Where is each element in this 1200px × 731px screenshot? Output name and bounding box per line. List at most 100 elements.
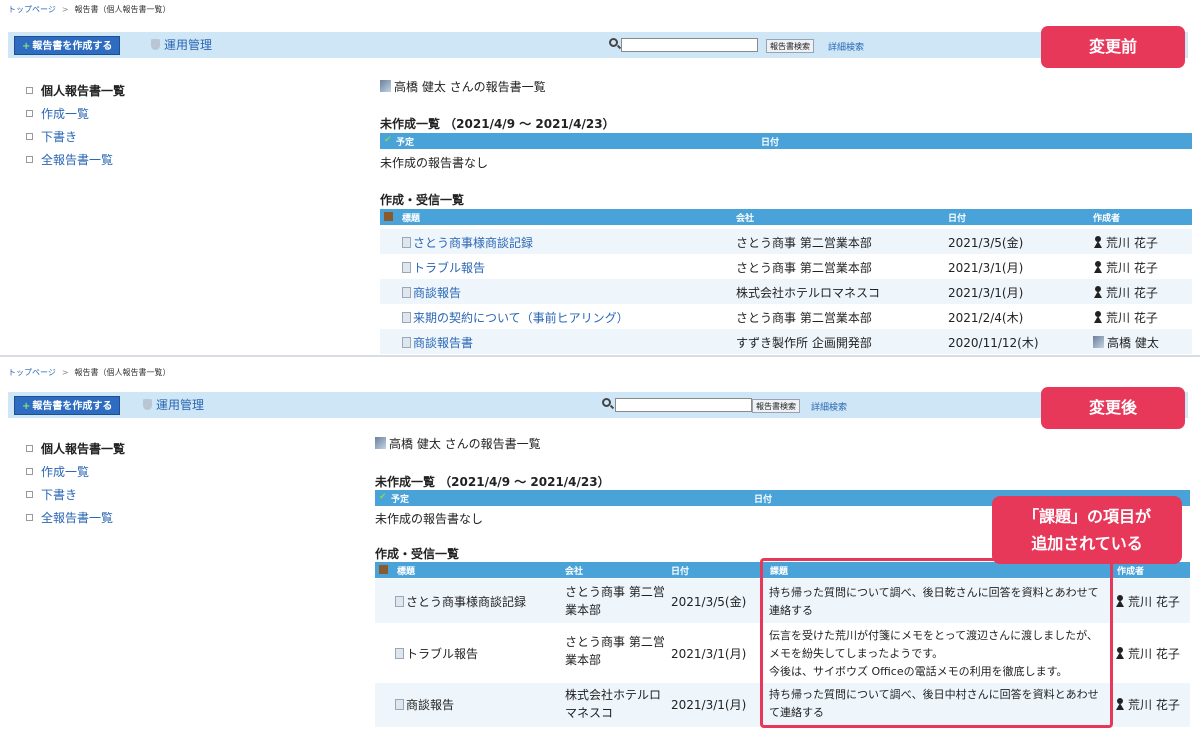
search-input[interactable]	[621, 38, 758, 52]
toolbar: + 報告書を作成する 運用管理 報告書検索 詳細検索	[8, 32, 1188, 58]
callout-line: 「課題」の項目が	[1022, 507, 1151, 526]
pending-empty-text: 未作成の報告書なし	[380, 156, 489, 170]
admin-link[interactable]: 運用管理	[151, 37, 212, 53]
advanced-search-link[interactable]: 詳細検索	[828, 40, 864, 53]
man-icon	[1093, 336, 1104, 348]
company-line: 業本部	[565, 653, 602, 667]
company-cell: 株式会社ホテルロマネスコ	[736, 286, 881, 300]
page-title: 高橋 健太 さんの報告書一覧	[375, 435, 541, 452]
breadcrumb-home-link[interactable]: トップページ	[8, 5, 56, 14]
plus-icon: +	[22, 41, 31, 52]
home-icon	[384, 212, 393, 221]
breadcrumb-current: 報告書（個人報告書一覧）	[74, 5, 171, 14]
author-name: 高橋 健太	[1107, 336, 1159, 350]
column-author: 作成者	[1117, 567, 1145, 577]
admin-label: 運用管理	[164, 38, 213, 52]
sidebar-item-personal[interactable]: 個人報告書一覧	[26, 438, 125, 461]
advanced-search-link[interactable]: 詳細検索	[811, 400, 847, 413]
author-cell: 荒川 花子	[1093, 234, 1158, 251]
page-title: 高橋 健太 さんの報告書一覧	[380, 78, 546, 95]
company-line: 業本部	[565, 603, 602, 617]
author-name: 荒川 花子	[1128, 698, 1180, 712]
sidebar-item-all[interactable]: 全報告書一覧	[26, 507, 125, 530]
sidebar: 個人報告書一覧 作成一覧 下書き 全報告書一覧	[26, 438, 125, 530]
search-icon	[609, 38, 618, 47]
create-report-button[interactable]: + 報告書を作成する	[14, 396, 121, 415]
report-title: 商談報告	[413, 286, 462, 300]
author-cell: 荒川 花子	[1093, 309, 1158, 326]
sidebar-item-personal[interactable]: 個人報告書一覧	[26, 80, 125, 103]
document-icon	[402, 312, 411, 323]
table-row: 来期の契約について（事前ヒアリング） さとう商事 第二営業本部 2021/2/4…	[380, 304, 1192, 329]
sidebar-item-label: 全報告書一覧	[41, 511, 114, 525]
breadcrumb-home-link[interactable]: トップページ	[8, 368, 56, 377]
date-cell: 2021/2/4(木)	[948, 311, 1024, 325]
check-icon: ✔	[379, 492, 387, 502]
report-title-link[interactable]: 来期の契約について（事前ヒアリング）	[402, 309, 629, 326]
callout-line: 追加されている	[1031, 534, 1143, 553]
report-title-link[interactable]: 商談報告	[395, 696, 454, 713]
sidebar-item-drafts[interactable]: 下書き	[26, 484, 125, 507]
create-report-label: 報告書を作成する	[32, 41, 113, 52]
woman-icon	[1115, 595, 1125, 607]
column-author: 作成者	[1093, 214, 1121, 224]
column-date: 日付	[948, 214, 967, 224]
author-cell: 荒川 花子	[1115, 645, 1180, 662]
pending-empty-text: 未作成の報告書なし	[375, 512, 484, 526]
search-button[interactable]: 報告書検索	[766, 39, 814, 53]
sidebar-item-all[interactable]: 全報告書一覧	[26, 149, 125, 172]
bullet-icon	[26, 491, 33, 498]
company-line: マネスコ	[565, 706, 614, 720]
author-cell: 荒川 花子	[1093, 284, 1158, 301]
report-title-link[interactable]: 商談報告	[402, 284, 461, 301]
page-title-text: 高橋 健太 さんの報告書一覧	[394, 80, 546, 94]
column-plan: 予定	[391, 495, 410, 505]
author-name: 荒川 花子	[1128, 647, 1180, 661]
breadcrumb: トップページ > 報告書（個人報告書一覧）	[8, 4, 171, 15]
create-report-button[interactable]: + 報告書を作成する	[14, 36, 121, 55]
author-name: 荒川 花子	[1106, 261, 1158, 275]
column-title: 標題	[397, 567, 416, 577]
admin-label: 運用管理	[156, 398, 205, 412]
bullet-icon	[26, 87, 33, 94]
table-row: さとう商事様商談記録 さとう商事 第二営業本部 2021/3/5(金) 荒川 花…	[380, 229, 1192, 254]
document-icon	[395, 699, 404, 710]
after-badge: 変更後	[1041, 387, 1185, 429]
report-title: トラブル報告	[413, 261, 486, 275]
plus-icon: +	[22, 401, 31, 412]
report-title-link[interactable]: 商談報告書	[402, 334, 473, 351]
date-cell: 2021/3/5(金)	[671, 595, 747, 609]
sidebar-item-created[interactable]: 作成一覧	[26, 461, 125, 484]
company-line: さとう商事 第二営	[565, 585, 665, 599]
author-cell: 荒川 花子	[1115, 696, 1180, 713]
column-title: 標題	[402, 214, 421, 224]
user-icon	[375, 437, 386, 449]
report-title-link[interactable]: さとう商事様商談記録	[395, 593, 526, 610]
author-cell: 高橋 健太	[1093, 334, 1159, 351]
company-cell: さとう商事 第二営業本部	[565, 583, 665, 619]
date-cell: 2020/11/12(木)	[948, 336, 1039, 350]
date-cell: 2021/3/1(月)	[671, 647, 747, 661]
sidebar-item-created[interactable]: 作成一覧	[26, 103, 125, 126]
search-input[interactable]	[615, 398, 752, 412]
company-line: さとう商事 第二営	[565, 635, 665, 649]
report-title-link[interactable]: トラブル報告	[402, 259, 485, 276]
date-cell: 2021/3/1(月)	[948, 261, 1024, 275]
sidebar-item-label: 作成一覧	[41, 465, 90, 479]
company-cell: 株式会社ホテルロマネスコ	[565, 686, 661, 722]
before-screenshot: トップページ > 報告書（個人報告書一覧） + 報告書を作成する 運用管理 報告書検索…	[0, 0, 1200, 357]
column-plan: 予定	[396, 138, 415, 148]
shield-icon	[143, 399, 152, 410]
table-row: 商談報告書 すずき製作所 企画開発部 2020/11/12(木) 高橋 健太	[380, 329, 1192, 354]
report-title-link[interactable]: トラブル報告	[395, 645, 478, 662]
pending-table-header: ✔ 予定 日付	[380, 133, 1192, 149]
toolbar: + 報告書を作成する 運用管理 報告書検索 詳細検索	[8, 392, 1188, 418]
document-icon	[402, 262, 411, 273]
sidebar-item-drafts[interactable]: 下書き	[26, 126, 125, 149]
received-section-title: 作成・受信一覧	[380, 193, 465, 207]
sidebar-item-label: 下書き	[41, 130, 78, 144]
column-company: 会社	[736, 214, 755, 224]
admin-link[interactable]: 運用管理	[143, 397, 204, 413]
report-title-link[interactable]: さとう商事様商談記録	[402, 234, 533, 251]
search-button[interactable]: 報告書検索	[752, 399, 800, 413]
